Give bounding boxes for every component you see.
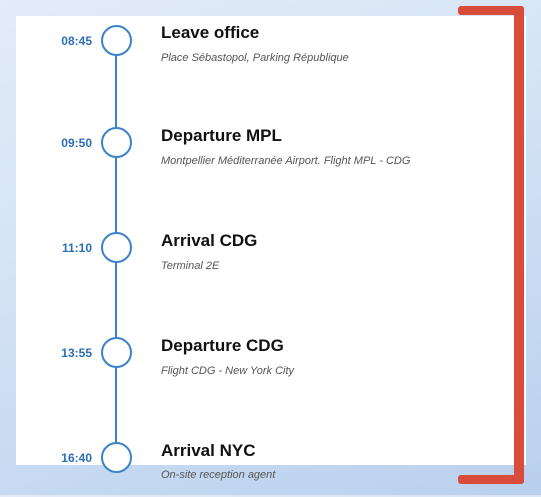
event-subtitle: Place Sébastopol, Parking République bbox=[161, 52, 349, 64]
bracket-bottom bbox=[458, 475, 524, 484]
timeline-node-circle bbox=[101, 127, 132, 158]
event-time: 16:40 bbox=[61, 451, 92, 465]
event-title: Leave office bbox=[161, 23, 260, 42]
event-title: Departure CDG bbox=[161, 336, 284, 355]
event-time: 09:50 bbox=[61, 136, 92, 150]
event-subtitle: Montpellier Méditerranée Airport. Flight… bbox=[161, 155, 411, 167]
timeline-node-circle bbox=[101, 25, 132, 56]
event-subtitle: On-site reception agent bbox=[161, 469, 276, 481]
event-title: Arrival NYC bbox=[161, 441, 256, 460]
event-subtitle: Terminal 2E bbox=[161, 260, 220, 272]
event-time: 08:45 bbox=[61, 34, 92, 48]
event-time: 13:55 bbox=[61, 346, 92, 360]
bracket-vertical bbox=[514, 6, 524, 484]
timeline-node-circle bbox=[101, 442, 132, 473]
timeline-node-circle bbox=[101, 337, 132, 368]
event-time: 11:10 bbox=[61, 241, 92, 255]
timeline-node-circle bbox=[101, 232, 132, 263]
event-title: Departure MPL bbox=[161, 126, 282, 145]
bracket-marker bbox=[458, 6, 524, 484]
event-subtitle: Flight CDG - New York City bbox=[161, 365, 295, 377]
event-title: Arrival CDG bbox=[161, 231, 258, 250]
